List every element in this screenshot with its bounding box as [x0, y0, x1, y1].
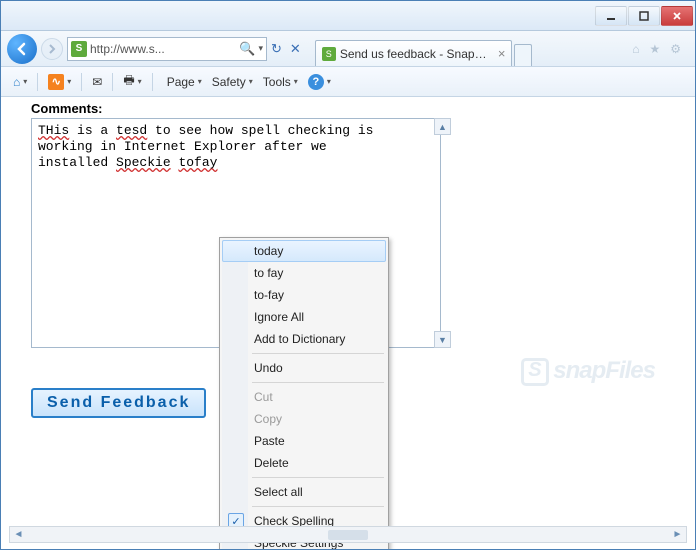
menu-item: Cut — [222, 386, 386, 408]
watermark: snapFiles — [521, 357, 655, 386]
menu-item-label: Paste — [254, 434, 285, 448]
menu-item-label: to-fay — [254, 288, 284, 302]
tab-title: Send us feedback - SnapFil... — [340, 47, 490, 61]
menu-item[interactable]: to fay — [222, 262, 386, 284]
maximize-button[interactable] — [628, 6, 660, 26]
mail-menu[interactable]: ✉ — [88, 73, 106, 91]
text-line: working in Internet Explorer after we — [38, 139, 434, 155]
menu-item-label: Select all — [254, 485, 303, 499]
menu-item[interactable]: to-fay — [222, 284, 386, 306]
menu-item-label: Cut — [254, 390, 273, 404]
menu-item[interactable]: Undo — [222, 357, 386, 379]
menu-item[interactable]: Paste — [222, 430, 386, 452]
menu-item-label: Add to Dictionary — [254, 332, 345, 346]
menu-item[interactable]: Delete — [222, 452, 386, 474]
misspelled-word: tesd — [116, 123, 147, 138]
print-icon: 🖶 — [123, 71, 134, 92]
help-menu[interactable]: ?▾ — [308, 74, 331, 90]
menu-separator — [252, 477, 384, 478]
tools-gear-icon[interactable]: ⚙ — [670, 42, 681, 56]
menu-item-label: Undo — [254, 361, 283, 375]
menu-item[interactable]: Add to Dictionary — [222, 328, 386, 350]
separator — [37, 73, 38, 91]
nav-bar: S http://www.s... 🔍 ▾ ↻ ✕ S Send us feed… — [1, 31, 695, 67]
text-line: installed Speckie tofay — [38, 155, 434, 171]
new-tab-button[interactable] — [514, 44, 532, 66]
print-menu[interactable]: 🖶▾ — [119, 69, 145, 94]
scroll-track[interactable] — [27, 530, 669, 540]
address-bar[interactable]: S http://www.s... 🔍 ▾ — [67, 37, 267, 61]
misspelled-word: Speckie — [116, 155, 171, 170]
minimize-button[interactable] — [595, 6, 627, 26]
address-dropdown-icon[interactable]: ▾ — [258, 43, 263, 54]
tab-strip: S Send us feedback - SnapFil... × — [311, 31, 620, 66]
text-line: THis is a tesd to see how spell checking… — [38, 123, 434, 139]
menu-item-label: Copy — [254, 412, 282, 426]
menu-item-label: Delete — [254, 456, 289, 470]
browser-window: S http://www.s... 🔍 ▾ ↻ ✕ S Send us feed… — [0, 0, 696, 550]
rss-icon: ∿ — [48, 74, 64, 90]
menu-separator — [252, 382, 384, 383]
home-menu[interactable]: ⌂▾ — [9, 73, 31, 91]
back-button[interactable] — [7, 34, 37, 64]
context-menu: today to fay to-fay Ignore All Add to Dictio… — [219, 237, 389, 549]
mail-icon: ✉ — [92, 75, 102, 89]
feeds-menu[interactable]: ∿▾ — [44, 72, 75, 92]
menu-separator — [252, 353, 384, 354]
search-icon[interactable]: 🔍 — [239, 41, 255, 57]
refresh-icon[interactable]: ↻ — [271, 41, 282, 57]
scroll-thumb[interactable] — [328, 530, 368, 540]
tab-close-icon[interactable]: × — [498, 46, 506, 61]
close-button[interactable] — [661, 6, 693, 26]
menu-item[interactable]: Select all — [222, 481, 386, 503]
page-menu[interactable]: Page▾ — [167, 75, 202, 89]
scroll-right-icon[interactable]: ► — [669, 527, 686, 542]
safety-menu[interactable]: Safety▾ — [212, 75, 253, 89]
menu-item-label: today — [254, 244, 283, 258]
tab-favicon: S — [322, 47, 336, 61]
comments-label: Comments: — [31, 101, 675, 116]
url-text: http://www.s... — [90, 42, 236, 56]
menu-item: Copy — [222, 408, 386, 430]
separator — [112, 73, 113, 91]
misspelled-word: THis — [38, 123, 69, 138]
scroll-left-icon[interactable]: ◄ — [10, 527, 27, 542]
menu-item-label: Ignore All — [254, 310, 304, 324]
menu-item-label: to fay — [254, 266, 283, 280]
separator — [152, 73, 153, 91]
help-icon: ? — [308, 74, 324, 90]
favorites-icon[interactable]: ★ — [649, 42, 660, 56]
menu-item[interactable]: today — [222, 240, 386, 262]
top-right-icons: ⌂ ★ ⚙ — [624, 42, 689, 56]
menu-separator — [252, 506, 384, 507]
tab-active[interactable]: S Send us feedback - SnapFil... × — [315, 40, 513, 66]
menu-item[interactable]: Ignore All — [222, 306, 386, 328]
tools-menu[interactable]: Tools▾ — [263, 75, 298, 89]
send-feedback-button[interactable]: Send Feedback — [31, 388, 206, 418]
scrollbar-up-button[interactable]: ▲ — [434, 118, 451, 135]
scrollbar-down-button[interactable]: ▼ — [434, 331, 451, 348]
page-content: Comments: THis is a tesd to see how spel… — [1, 97, 695, 549]
separator — [81, 73, 82, 91]
misspelled-word: tofay — [178, 155, 217, 170]
forward-button[interactable] — [41, 38, 63, 60]
command-bar: ⌂▾ ∿▾ ✉ 🖶▾ Page▾ Safety▾ Tools▾ ?▾ — [1, 67, 695, 97]
horizontal-scrollbar[interactable]: ◄ ► — [9, 526, 687, 543]
site-favicon: S — [71, 41, 87, 57]
stop-icon[interactable]: ✕ — [290, 41, 301, 57]
titlebar — [1, 1, 695, 31]
nav-tools: ↻ ✕ — [271, 41, 301, 57]
home-icon: ⌂ — [13, 75, 20, 89]
home-icon[interactable]: ⌂ — [632, 42, 639, 56]
